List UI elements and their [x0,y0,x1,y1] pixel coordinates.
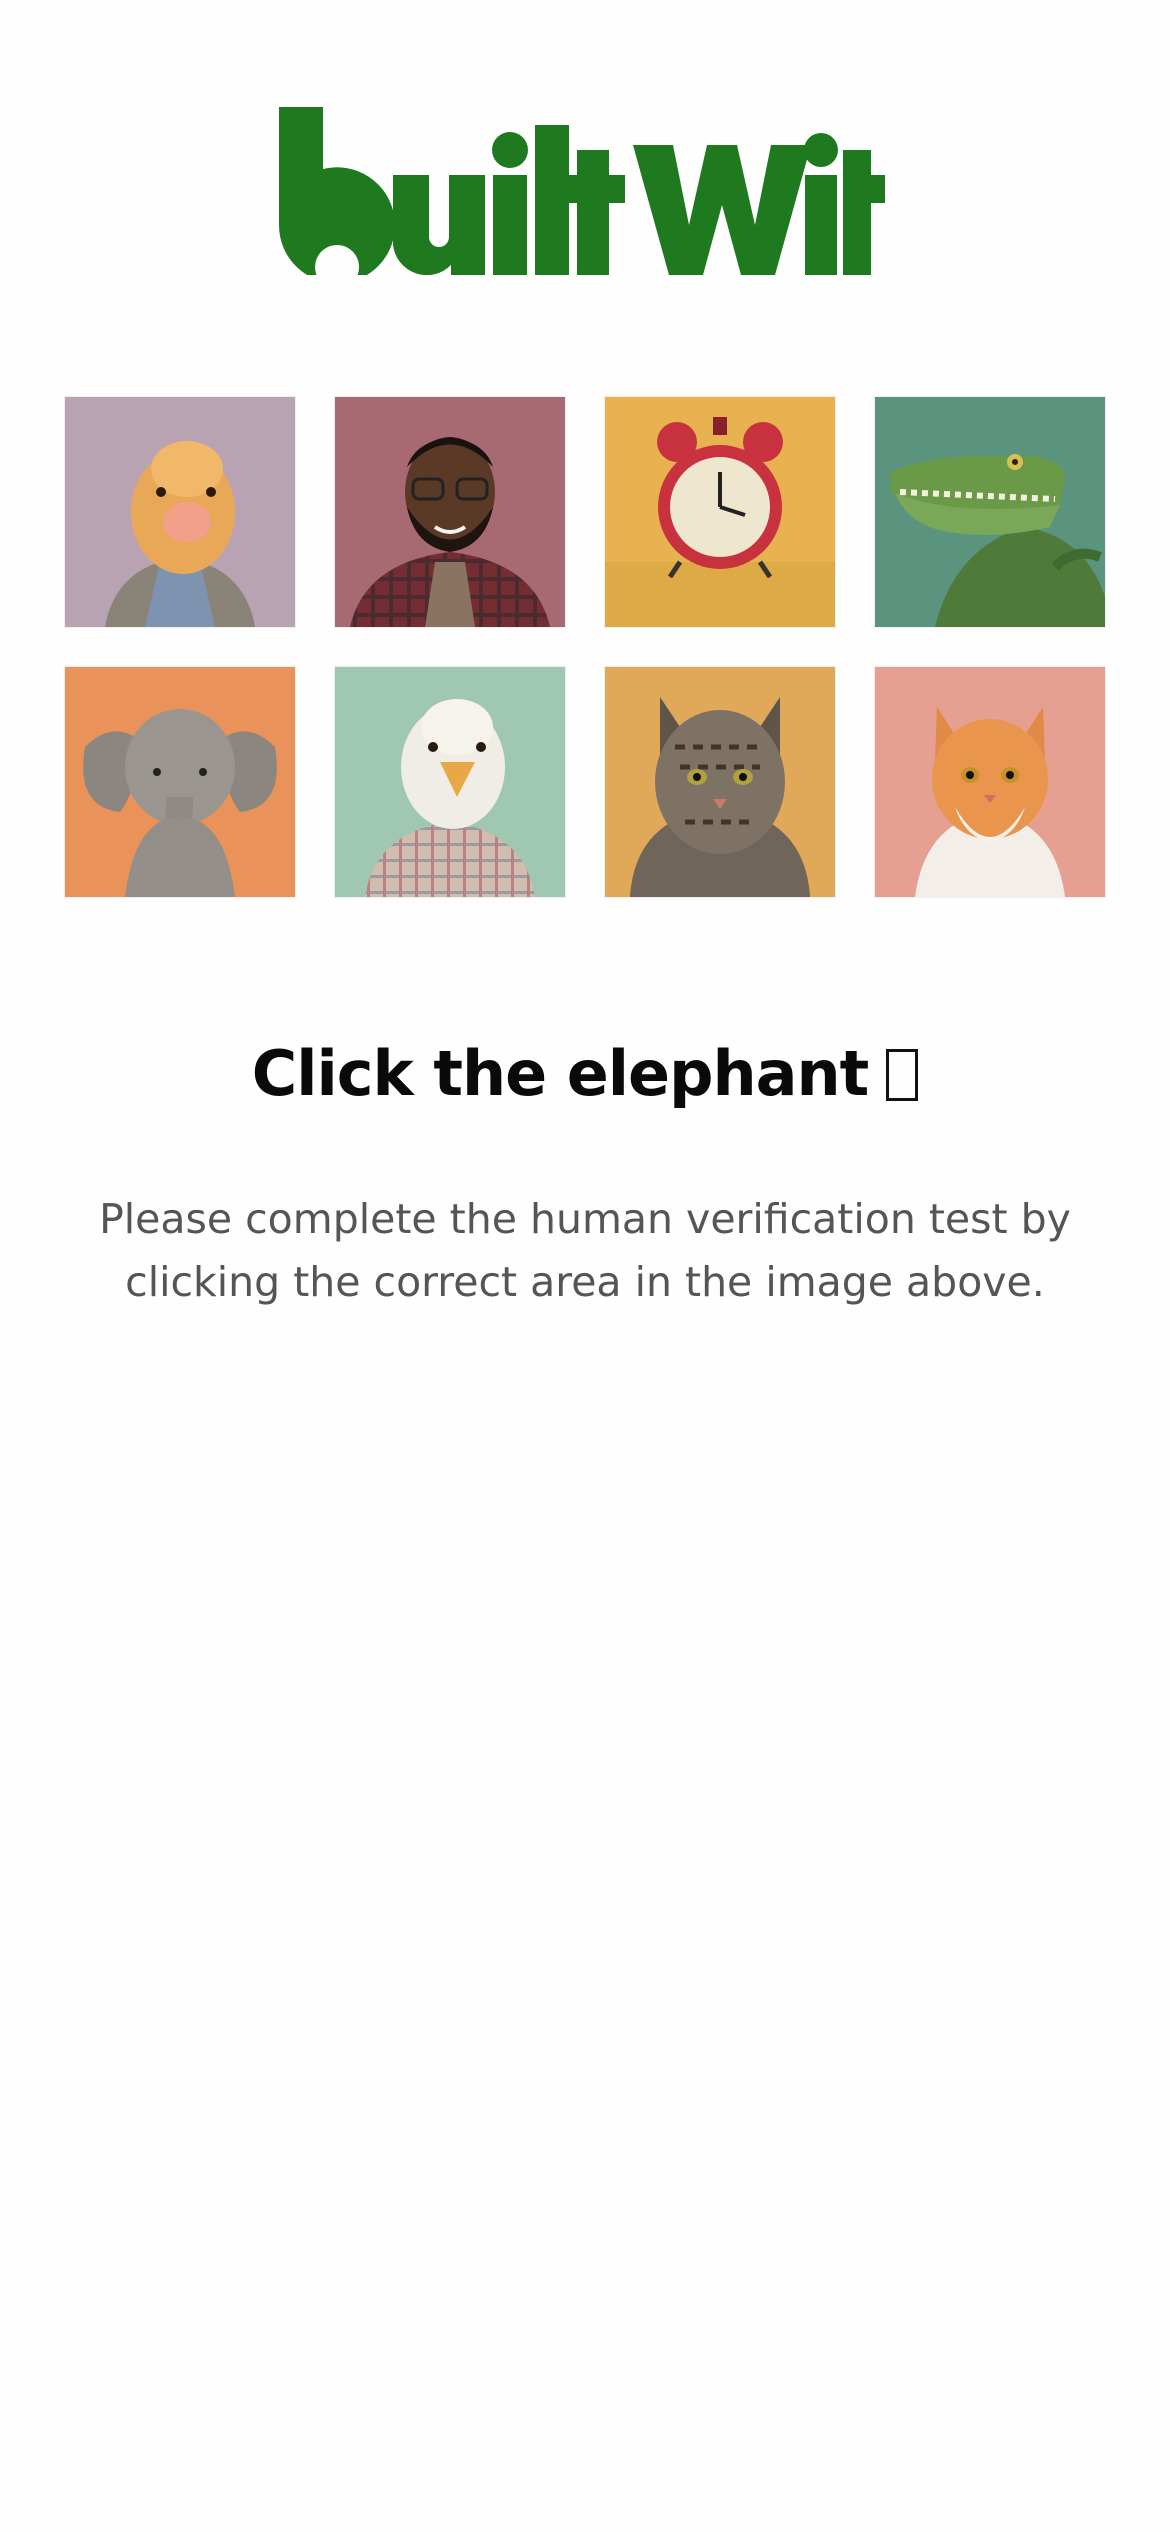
elephant-portrait-icon [65,667,295,897]
logo [0,90,1170,280]
alarm-clock-icon [605,397,835,627]
captcha-tile-bird[interactable] [334,666,566,898]
captcha-description: Please complete the human verification t… [99,1195,1071,1306]
man-portrait-icon [335,397,565,627]
builtwith-logo [278,107,885,275]
captcha-tile-tabby-cat[interactable] [604,666,836,898]
captcha-tile-duck[interactable] [64,396,296,628]
captcha-prompt: Click the elephant [0,1030,1170,1118]
tabby-cat-portrait-icon [605,667,835,897]
captcha-tile-man[interactable] [334,396,566,628]
logo-lettermark [278,107,885,275]
crocodile-portrait-icon [875,397,1105,627]
captcha-prompt-text: Click the elephant [251,1037,869,1110]
captcha-image-grid [64,396,1106,898]
captcha-tile-alarm-clock[interactable] [604,396,836,628]
captcha-tile-ginger-cat[interactable] [874,666,1106,898]
missing-glyph-icon [886,1049,919,1101]
ginger-cat-portrait-icon [875,667,1105,897]
duck-portrait-icon [65,397,295,627]
captcha-tile-crocodile[interactable] [874,396,1106,628]
captcha-tile-elephant[interactable] [64,666,296,898]
bird-portrait-icon [335,667,565,897]
